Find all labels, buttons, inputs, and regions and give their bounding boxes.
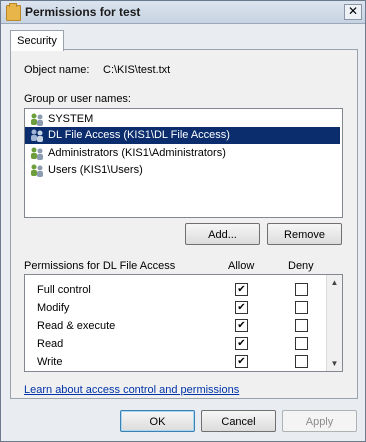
folder-icon	[6, 3, 21, 21]
list-item-system[interactable]: SYSTEM	[25, 111, 340, 128]
permission-name: Read	[37, 338, 64, 350]
ok-button[interactable]: OK	[120, 410, 195, 432]
allow-checkbox[interactable]: ✔	[235, 283, 248, 296]
list-item-label: SYSTEM	[48, 113, 94, 125]
deny-header: Deny	[288, 260, 314, 272]
permission-row-modify: Modify ✔	[25, 299, 325, 317]
permission-row-read-execute: Read & execute ✔	[25, 317, 325, 335]
users-icon	[31, 147, 43, 160]
window-title: Permissions for test	[25, 5, 141, 19]
users-icon	[31, 164, 43, 177]
list-item-label: DL File Access (KIS1\DL File Access)	[48, 129, 230, 141]
list-item-users[interactable]: Users (KIS1\Users)	[25, 162, 340, 179]
permission-name: Full control	[37, 284, 91, 296]
allow-checkbox[interactable]: ✔	[235, 301, 248, 314]
deny-checkbox[interactable]	[295, 283, 308, 296]
permission-row-full-control: Full control ✔	[25, 281, 325, 299]
allow-checkbox[interactable]: ✔	[235, 337, 248, 350]
allow-checkbox[interactable]: ✔	[235, 319, 248, 332]
permissions-title: Permissions for DL File Access	[24, 260, 176, 272]
cancel-button[interactable]: Cancel	[201, 410, 276, 432]
apply-button[interactable]: Apply	[282, 410, 357, 432]
deny-checkbox[interactable]	[295, 355, 308, 368]
permissions-list: Full control ✔ Modify ✔ Read & execute ✔…	[24, 274, 343, 372]
allow-checkbox[interactable]: ✔	[235, 355, 248, 368]
title-bar: Permissions for test ✕	[1, 1, 365, 24]
group-names-label: Group or user names:	[24, 93, 131, 105]
permission-name: Write	[37, 356, 63, 368]
users-icon	[31, 129, 43, 142]
scroll-down-icon[interactable]: ▼	[328, 357, 341, 370]
permission-row-write: Write ✔	[25, 353, 325, 371]
permissions-dialog: Permissions for test ✕ Security Object n…	[0, 0, 366, 442]
group-user-list[interactable]: SYSTEM DL File Access (KIS1\DL File Acce…	[24, 108, 343, 218]
deny-checkbox[interactable]	[295, 301, 308, 314]
deny-checkbox[interactable]	[295, 337, 308, 350]
access-control-help-link[interactable]: Learn about access control and permissio…	[24, 384, 239, 396]
tab-security[interactable]: Security	[10, 30, 64, 51]
permission-row-read: Read ✔	[25, 335, 325, 353]
list-item-dl-file-access[interactable]: DL File Access (KIS1\DL File Access)	[25, 127, 340, 144]
list-item-administrators[interactable]: Administrators (KIS1\Administrators)	[25, 145, 340, 162]
scroll-up-icon[interactable]: ▲	[328, 276, 341, 289]
permission-name: Read & execute	[37, 320, 116, 332]
add-button[interactable]: Add...	[185, 223, 260, 245]
object-name-value: C:\KIS\test.txt	[103, 64, 171, 76]
remove-button[interactable]: Remove	[267, 223, 342, 245]
deny-checkbox[interactable]	[295, 319, 308, 332]
allow-header: Allow	[228, 260, 255, 272]
close-button[interactable]: ✕	[344, 4, 362, 20]
list-item-label: Administrators (KIS1\Administrators)	[48, 147, 226, 159]
users-icon	[31, 113, 43, 126]
list-item-label: Users (KIS1\Users)	[48, 164, 143, 176]
object-name-label: Object name:	[24, 64, 90, 76]
permission-name: Modify	[37, 302, 70, 314]
permissions-scrollbar[interactable]: ▲ ▼	[326, 275, 342, 371]
